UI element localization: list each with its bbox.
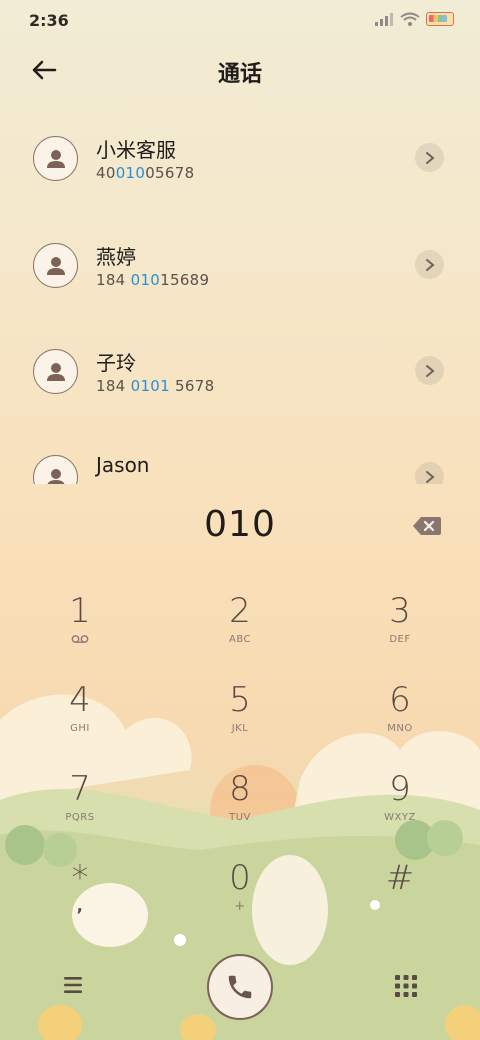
key-8[interactable]: 8 TUV	[180, 766, 300, 846]
avatar	[33, 136, 78, 181]
menu-icon	[64, 977, 82, 993]
avatar	[33, 349, 78, 394]
key-digit: 6	[389, 680, 411, 720]
phone-icon	[228, 975, 252, 999]
page-title: 通话	[217, 62, 262, 87]
contact-number: 4001005678	[96, 164, 195, 182]
key-letters: ABC	[228, 634, 251, 645]
key-letters: MNO	[387, 723, 413, 734]
key-letters: JKL	[231, 723, 249, 734]
match-highlight: 010	[115, 164, 146, 182]
bottom-action-bar	[0, 950, 480, 1020]
key-0[interactable]: 0 +	[180, 855, 300, 935]
key-digit: 9	[389, 769, 411, 809]
key-letters: +	[234, 899, 246, 914]
match-highlight: 0101	[130, 377, 170, 395]
person-icon	[46, 362, 65, 381]
contact-detail-button[interactable]	[415, 356, 444, 385]
contact-detail-button[interactable]	[415, 462, 444, 484]
key-star[interactable]: * ,	[20, 855, 140, 935]
contact-name: Jason	[96, 453, 150, 477]
contact-name: 燕婷	[96, 245, 136, 269]
key-digit: *	[71, 858, 89, 898]
key-7[interactable]: 7 PQRS	[20, 766, 140, 846]
contact-number: 184 01015689	[96, 271, 210, 289]
key-digit: 5	[229, 680, 251, 720]
key-6[interactable]: 6 MNO	[340, 677, 460, 757]
backspace-button[interactable]	[412, 515, 442, 537]
call-button[interactable]	[207, 954, 273, 1020]
header: 通话	[0, 40, 480, 100]
key-3[interactable]: 3 DEF	[340, 588, 460, 668]
voicemail-icon	[71, 635, 89, 643]
key-digit: 8	[229, 769, 251, 809]
menu-button[interactable]	[60, 974, 86, 996]
chevron-right-icon	[425, 258, 435, 271]
key-letters: WXYZ	[384, 812, 416, 823]
contact-results-list[interactable]: 小米客服 4001005678 燕婷 184 01015689 子玲 184 0…	[0, 106, 480, 484]
status-bar: 2:36	[0, 0, 480, 40]
chevron-right-icon	[425, 364, 435, 377]
key-1[interactable]: 1	[20, 588, 140, 668]
key-letters: GHI	[70, 723, 90, 734]
key-4[interactable]: 4 GHI	[20, 677, 140, 757]
avatar	[33, 243, 78, 288]
contact-detail-button[interactable]	[415, 250, 444, 279]
contact-number: 184 0101 5678	[96, 377, 215, 395]
key-letters: TUV	[229, 812, 251, 823]
status-time: 2:36	[29, 11, 69, 30]
contact-row[interactable]: 燕婷 184 01015689	[0, 213, 480, 313]
key-digit: 7	[69, 769, 91, 809]
backspace-icon	[413, 517, 441, 535]
battery-icon	[426, 12, 454, 26]
key-hash[interactable]: #	[340, 855, 460, 935]
key-digit: 3	[389, 591, 411, 631]
dial-keypad: 1 2 ABC 3 DEF 4 GHI 5 JKL 6 MNO 7 PQRS 8…	[0, 588, 480, 948]
person-icon	[46, 468, 65, 484]
contact-detail-button[interactable]	[415, 143, 444, 172]
key-5[interactable]: 5 JKL	[180, 677, 300, 757]
contact-name: 小米客服	[96, 138, 176, 162]
key-digit: 2	[229, 591, 251, 631]
contact-name: 子玲	[96, 351, 136, 375]
dialed-number-display: 010	[204, 504, 276, 545]
wifi-icon	[400, 12, 420, 26]
avatar	[33, 455, 78, 484]
contact-row[interactable]: Jason	[0, 425, 480, 484]
key-letters: DEF	[389, 634, 411, 645]
dialpad-icon	[395, 975, 417, 997]
chevron-right-icon	[425, 151, 435, 164]
key-digit: 1	[69, 591, 91, 631]
contact-row[interactable]: 子玲 184 0101 5678	[0, 319, 480, 419]
person-icon	[46, 149, 65, 168]
key-9[interactable]: 9 WXYZ	[340, 766, 460, 846]
key-letters: PQRS	[65, 812, 95, 823]
chevron-right-icon	[425, 470, 435, 483]
key-digit: #	[385, 858, 415, 898]
dialpad-toggle-button[interactable]	[394, 974, 418, 998]
contact-row[interactable]: 小米客服 4001005678	[0, 106, 480, 206]
key-letters: ,	[76, 896, 84, 915]
status-icons	[374, 12, 454, 26]
person-icon	[46, 256, 65, 275]
signal-icon	[375, 13, 393, 26]
key-digit: 0	[229, 858, 251, 898]
key-2[interactable]: 2 ABC	[180, 588, 300, 668]
match-highlight: 010	[130, 271, 161, 289]
key-digit: 4	[69, 680, 91, 720]
